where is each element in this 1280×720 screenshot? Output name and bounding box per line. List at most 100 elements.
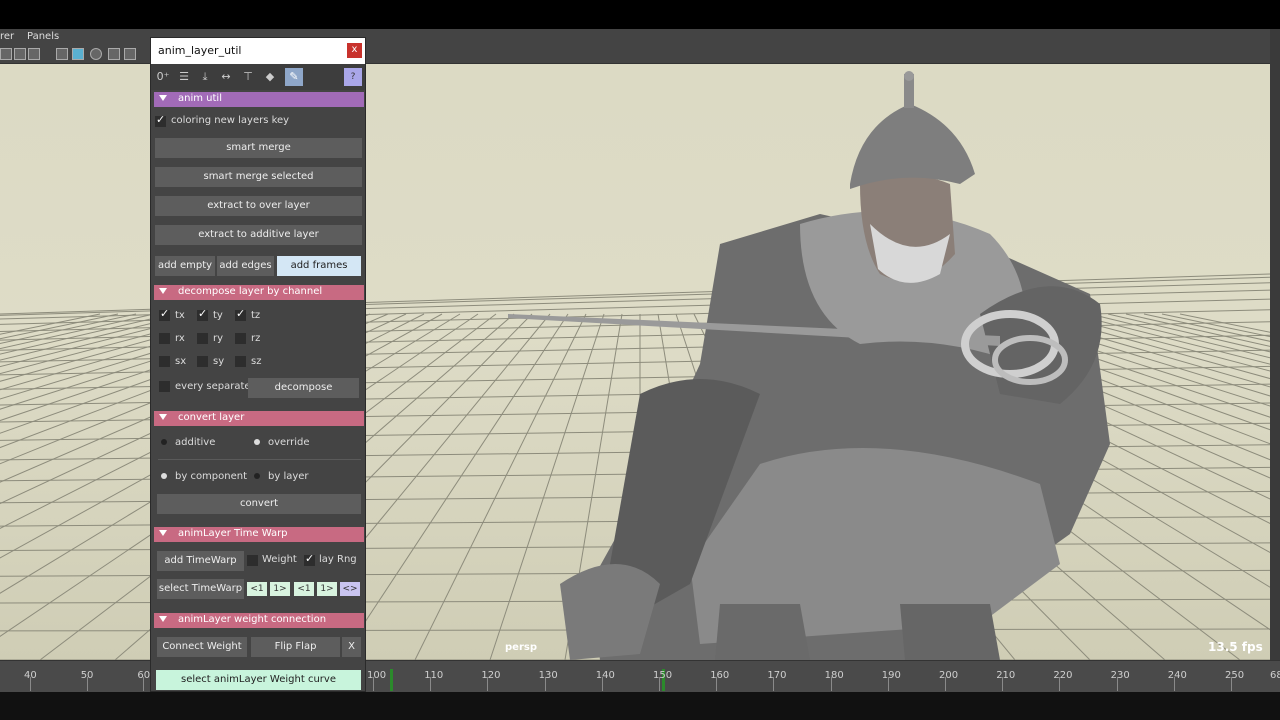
ry-checkbox[interactable] (197, 333, 208, 344)
by-component-radio[interactable] (161, 473, 167, 479)
by-component-label: by component (175, 471, 248, 482)
add-empty-button[interactable]: add empty (155, 256, 215, 276)
rz-checkbox[interactable] (235, 333, 246, 344)
smooth-shade-icon[interactable] (72, 48, 84, 60)
tz-checkbox[interactable] (235, 307, 246, 321)
timeline-tick-label: 200 (939, 670, 959, 681)
sx-label: sx (175, 356, 187, 367)
timeline-tick-label: 220 (1053, 670, 1073, 681)
close-button[interactable]: x (347, 43, 362, 58)
section-anim-util[interactable]: anim util (154, 92, 364, 107)
timeline-key-marker (390, 669, 393, 691)
section-title: convert layer (178, 412, 245, 423)
rx-label: rx (175, 333, 185, 344)
merge-down-icon[interactable]: ⤓ (196, 68, 214, 86)
window-titlebar[interactable]: anim_layer_util x (151, 38, 365, 64)
xray-icon[interactable] (124, 48, 136, 60)
section-convert-layer[interactable]: convert layer (154, 411, 364, 426)
film-gate-icon[interactable] (14, 48, 26, 60)
select-timewarp-button[interactable]: select TimeWarp (157, 579, 244, 599)
select-weight-curve-button[interactable]: select animLayer Weight curve (156, 670, 361, 690)
wireframe-icon[interactable] (56, 48, 68, 60)
every-separate-checkbox[interactable] (159, 381, 170, 392)
smart-merge-button[interactable]: smart merge (155, 138, 362, 158)
timeline-tick-label: 170 (767, 670, 787, 681)
connect-weight-button[interactable]: Connect Weight (157, 637, 247, 657)
zero-key-icon[interactable]: 0⁺ (154, 68, 172, 86)
timeline-tick-label: 130 (538, 670, 558, 681)
every-separate-label: every separate (175, 381, 251, 392)
grid-toggle-icon[interactable] (0, 48, 12, 60)
section-title: animLayer Time Warp (178, 528, 288, 539)
eraser-icon[interactable]: ✎ (285, 68, 303, 86)
tx-checkbox[interactable] (159, 307, 170, 321)
flip-flap-button[interactable]: Flip Flap (251, 637, 340, 657)
additive-radio[interactable] (161, 439, 167, 445)
anim-layer-util-window: anim_layer_util x 0⁺ ☰ ⤓ ↔ ⊤ ◆ ✎ ? anim … (150, 37, 366, 692)
ty-label: ty (213, 310, 223, 321)
collapse-icon (159, 414, 167, 420)
tz-label: tz (251, 310, 261, 321)
bottom-bar (0, 692, 1280, 720)
next-key-button[interactable]: 1> (270, 582, 290, 596)
timeline-end-label: 68 (1270, 670, 1280, 681)
timeline-tick-label: 50 (80, 670, 94, 681)
section-title: anim util (178, 93, 222, 104)
list-icon[interactable]: ☰ (175, 68, 193, 86)
rz-label: rz (251, 333, 261, 344)
timeline-tick-label: 190 (881, 670, 901, 681)
weight-checkbox[interactable] (247, 555, 258, 566)
section-decompose[interactable]: decompose layer by channel (154, 285, 364, 300)
range-button[interactable]: <> (340, 582, 360, 596)
window-toolbar: 0⁺ ☰ ⤓ ↔ ⊤ ◆ ✎ ? (151, 64, 365, 90)
textured-icon[interactable] (108, 48, 120, 60)
timeline-tick-label: 210 (996, 670, 1016, 681)
collapse-icon (159, 288, 167, 294)
extract-to-over-layer-button[interactable]: extract to over layer (155, 196, 362, 216)
timeline-tick-label: 110 (424, 670, 444, 681)
text-overlay-icon[interactable] (28, 48, 40, 60)
lay-rng-checkbox[interactable] (304, 552, 315, 566)
prev-frame-button[interactable]: <1 (294, 582, 314, 596)
lay-rng-label: lay Rng (319, 554, 357, 565)
weight-label: Weight (262, 554, 297, 565)
timeline-tick-label: 180 (824, 670, 844, 681)
coloring-new-layers-label: coloring new layers key (171, 115, 290, 126)
fps-label: 13.5 fps (1208, 640, 1263, 654)
smart-merge-selected-button[interactable]: smart merge selected (155, 167, 362, 187)
key-tangent-icon[interactable]: ⊤ (239, 68, 257, 86)
rx-checkbox[interactable] (159, 333, 170, 344)
extract-icon[interactable]: ↔ (217, 68, 235, 86)
timeline-tick-label: 240 (1167, 670, 1187, 681)
section-time-warp[interactable]: animLayer Time Warp (154, 527, 364, 542)
sy-checkbox[interactable] (197, 356, 208, 367)
collapse-icon (159, 95, 167, 101)
by-layer-radio[interactable] (254, 473, 260, 479)
help-button[interactable]: ? (344, 68, 362, 86)
tag-icon[interactable]: ◆ (261, 68, 279, 86)
tx-label: tx (175, 310, 185, 321)
timeline-tick-label: 40 (24, 670, 37, 681)
ty-checkbox[interactable] (197, 307, 208, 321)
section-weight-connection[interactable]: animLayer weight connection (154, 613, 364, 628)
sz-checkbox[interactable] (235, 356, 246, 367)
menu-item-panels[interactable]: Panels (27, 31, 59, 42)
sy-label: sy (213, 356, 225, 367)
ry-label: ry (213, 333, 224, 344)
clear-weight-button[interactable]: X (342, 637, 361, 657)
viewport-scrollbar[interactable] (1270, 29, 1280, 660)
next-frame-button[interactable]: 1> (317, 582, 337, 596)
add-frames-button[interactable]: add frames (277, 256, 361, 276)
sx-checkbox[interactable] (159, 356, 170, 367)
lighting-icon[interactable] (90, 48, 102, 60)
override-radio[interactable] (254, 439, 260, 445)
collapse-icon (159, 530, 167, 536)
convert-button[interactable]: convert (157, 494, 361, 514)
prev-key-button[interactable]: <1 (247, 582, 267, 596)
decompose-button[interactable]: decompose (248, 378, 359, 398)
add-edges-button[interactable]: add edges (217, 256, 274, 276)
menu-item-renderer[interactable]: rer (0, 31, 14, 42)
coloring-new-layers-checkbox[interactable] (155, 113, 166, 127)
extract-to-additive-layer-button[interactable]: extract to additive layer (155, 225, 362, 245)
add-timewarp-button[interactable]: add TimeWarp (157, 551, 244, 571)
